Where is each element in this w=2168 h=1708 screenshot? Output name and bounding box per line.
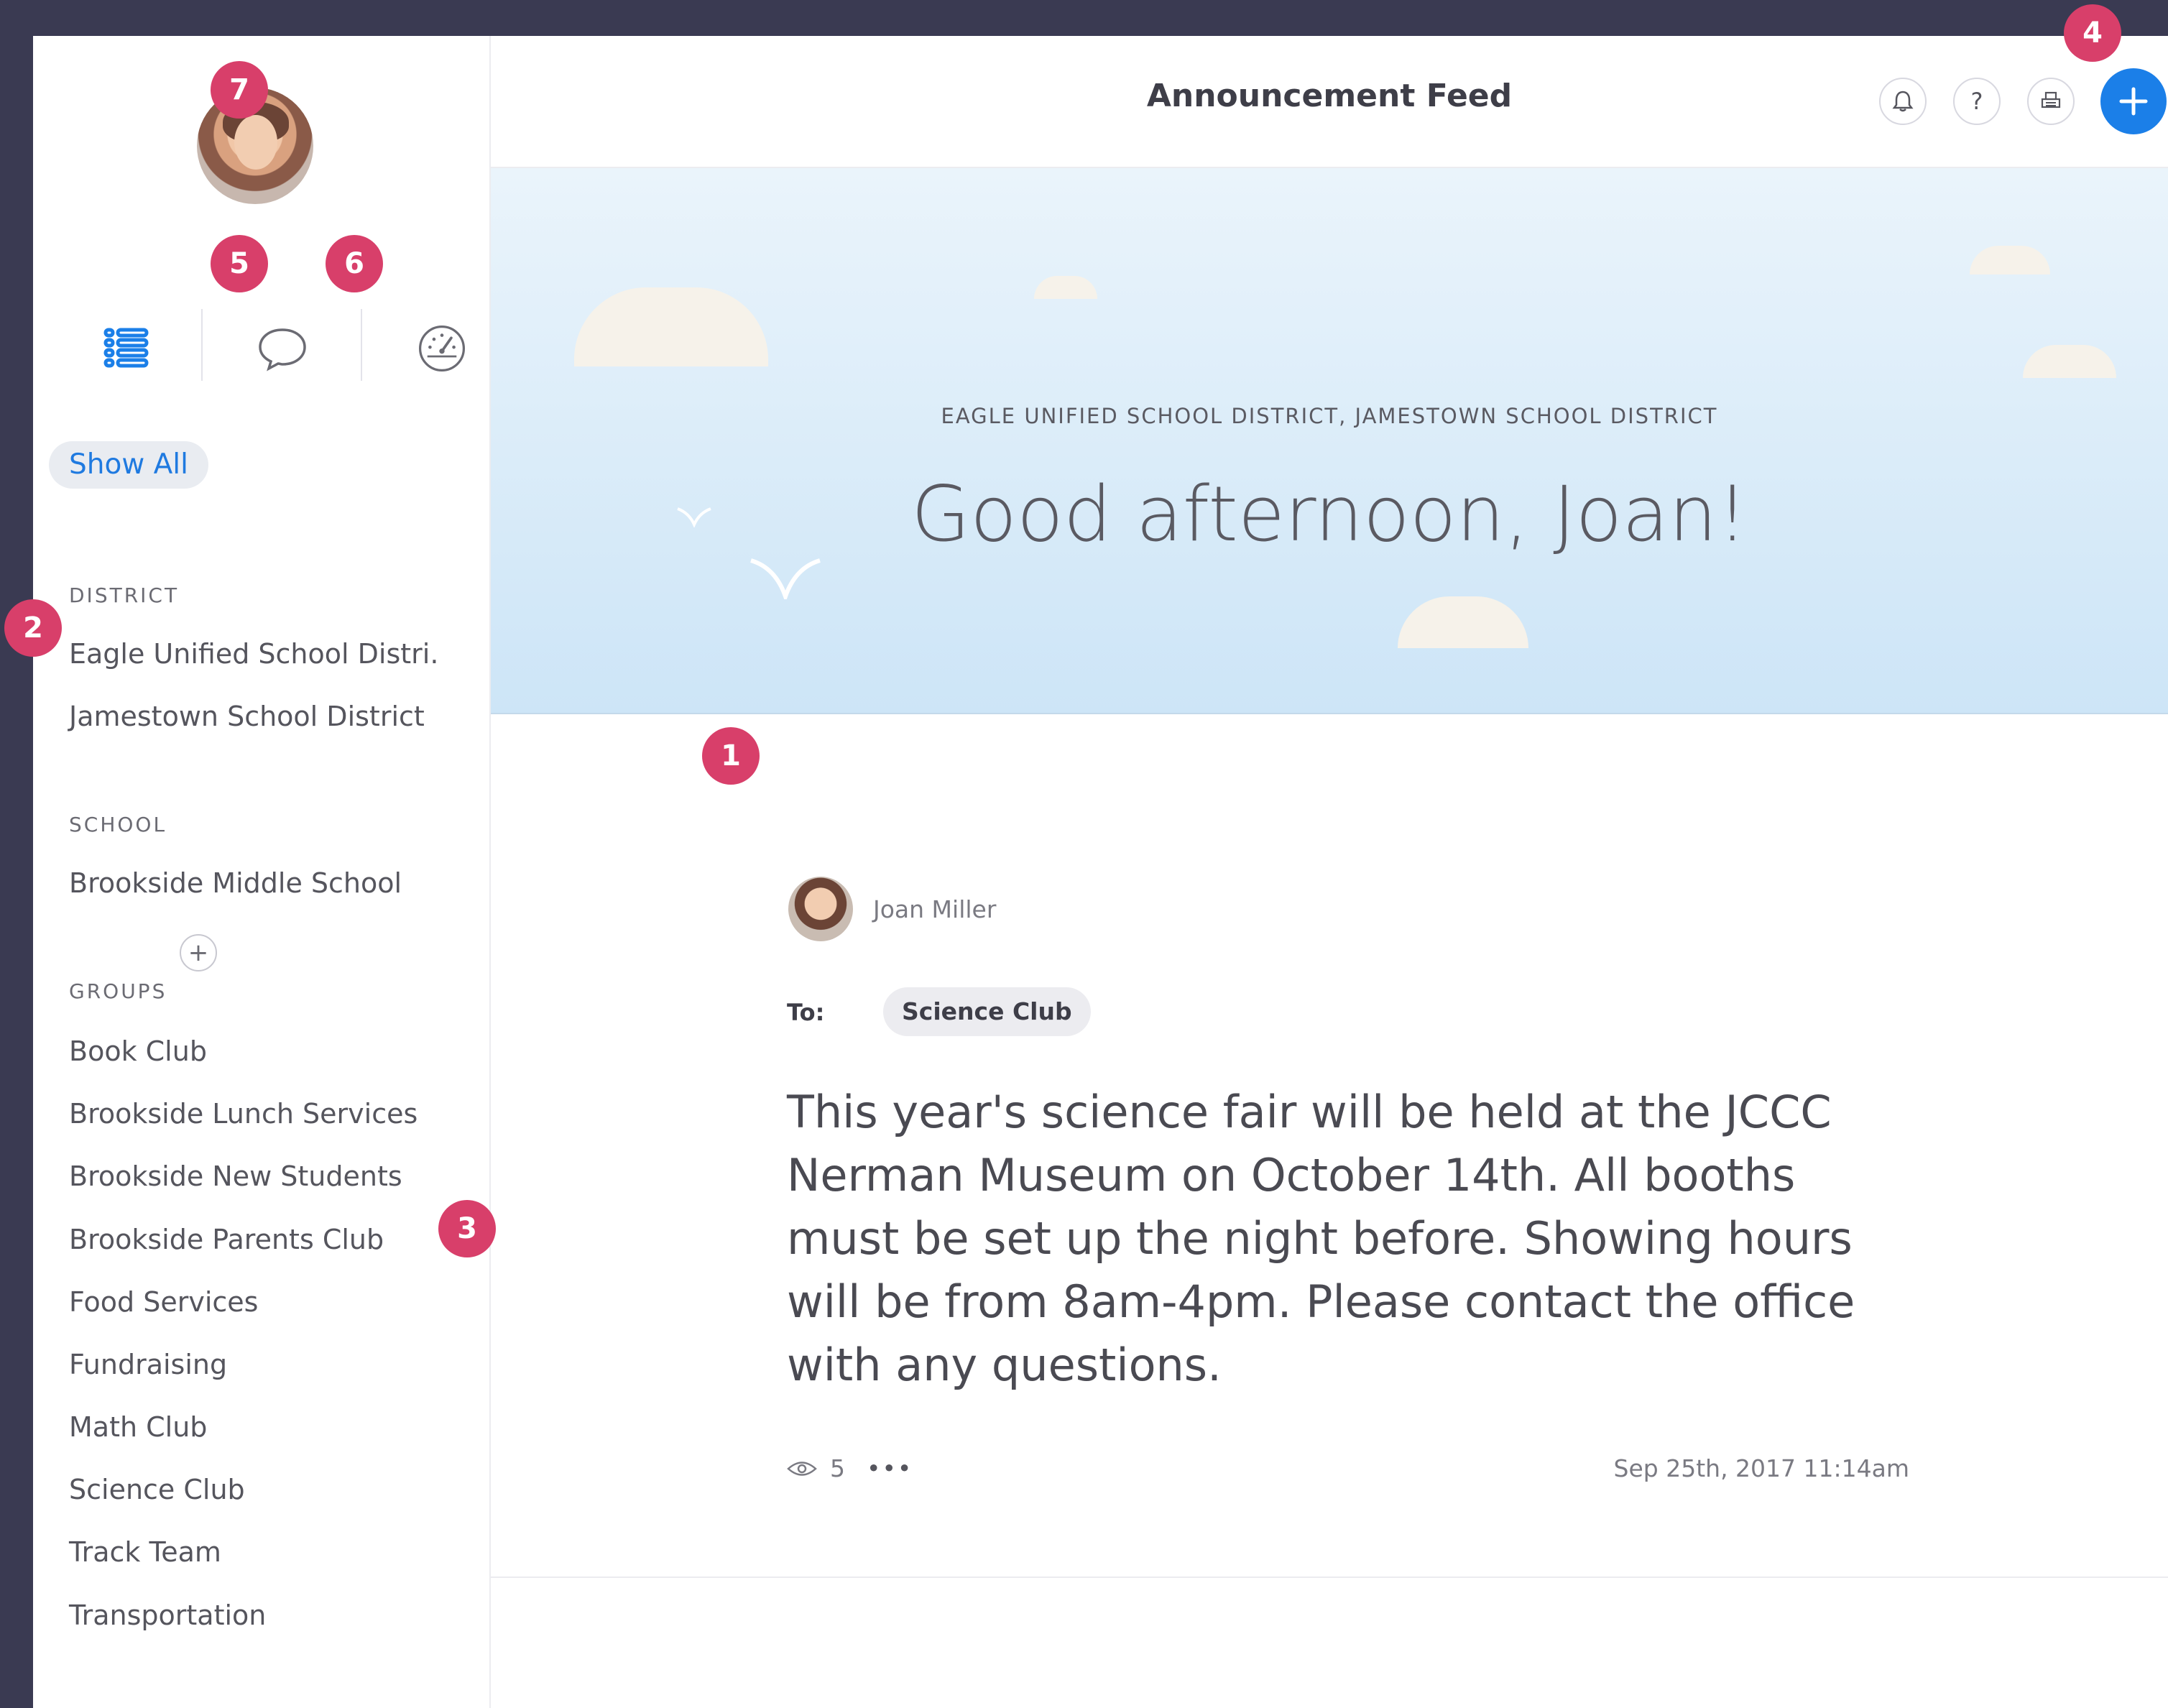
help-icon[interactable]: ? [1953, 78, 2001, 125]
annotation-marker: 5 [211, 235, 268, 292]
more-options-icon[interactable]: ••• [867, 1454, 913, 1482]
groups-section-label: GROUPS [69, 979, 167, 1003]
post-timestamp: Sep 25th, 2017 11:14am [1613, 1454, 1909, 1482]
sidebar-item-district[interactable]: Jamestown School District [69, 701, 425, 732]
dashboard-gauge-icon[interactable] [417, 323, 467, 374]
chat-bubble-icon[interactable] [257, 323, 308, 374]
annotation-marker: 7 [211, 61, 268, 119]
greeting-banner: EAGLE UNIFIED SCHOOL DISTRICT, JAMESTOWN… [491, 168, 2168, 714]
cloud-decoration [1034, 276, 1097, 299]
sidebar-item-group[interactable]: Brookside Lunch Services [69, 1098, 418, 1130]
sidebar-item-group[interactable]: Food Services [69, 1286, 258, 1318]
printer-icon[interactable] [2027, 78, 2075, 125]
post-meta: 5 ••• [787, 1454, 913, 1482]
sidebar-item-school[interactable]: Brookside Middle School [69, 867, 402, 899]
sidebar-item-group[interactable]: Fundraising [69, 1349, 227, 1380]
districts-line: EAGLE UNIFIED SCHOOL DISTRICT, JAMESTOWN… [941, 404, 1718, 428]
author-name[interactable]: Joan Miller [873, 895, 996, 923]
recipient-label: To: [787, 999, 825, 1026]
annotation-marker: 4 [2064, 4, 2121, 62]
sidebar-item-group[interactable]: Transportation [69, 1599, 266, 1631]
sidebar: Show All DISTRICT Eagle Unified School D… [33, 36, 491, 1708]
list-icon[interactable] [101, 323, 152, 374]
sidebar-item-group[interactable]: Brookside Parents Club [69, 1224, 384, 1255]
add-group-button[interactable]: + [180, 934, 217, 971]
sidebar-nav [69, 302, 471, 388]
district-section-label: DISTRICT [69, 583, 180, 607]
sidebar-item-district[interactable]: Eagle Unified School Distri. [69, 638, 438, 670]
recipient-chip[interactable]: Science Club [883, 987, 1091, 1036]
plus-icon [2119, 87, 2148, 116]
sidebar-item-group[interactable]: Science Club [69, 1474, 245, 1505]
show-all-button[interactable]: Show All [49, 441, 208, 489]
author-avatar[interactable] [788, 877, 853, 941]
cloud-decoration [2023, 345, 2116, 378]
add-announcement-button[interactable] [2100, 68, 2167, 134]
top-header: Announcement Feed ? [491, 36, 2168, 168]
sidebar-item-group[interactable]: Book Club [69, 1035, 207, 1067]
sidebar-item-group[interactable]: Brookside New Students [69, 1160, 402, 1192]
announcement-post: Joan Miller To: Science Club This year's… [491, 714, 2168, 1578]
annotation-marker: 1 [702, 727, 760, 785]
annotation-marker: 3 [438, 1200, 496, 1257]
annotation-marker: 2 [4, 599, 62, 657]
view-count: 5 [830, 1454, 845, 1482]
bell-icon[interactable] [1879, 78, 1927, 125]
cloud-decoration [1970, 246, 2050, 274]
school-section-label: SCHOOL [69, 813, 167, 836]
bird-icon [750, 558, 821, 599]
sidebar-item-group[interactable]: Track Team [69, 1536, 221, 1568]
sidebar-item-group[interactable]: Math Club [69, 1411, 207, 1443]
cloud-decoration [1398, 596, 1528, 648]
eye-icon [787, 1461, 817, 1476]
post-body: This year's science fair will be held at… [787, 1086, 1855, 1391]
annotation-marker: 6 [326, 235, 383, 292]
greeting-text: Good afternoon, Joan! [911, 470, 1748, 558]
